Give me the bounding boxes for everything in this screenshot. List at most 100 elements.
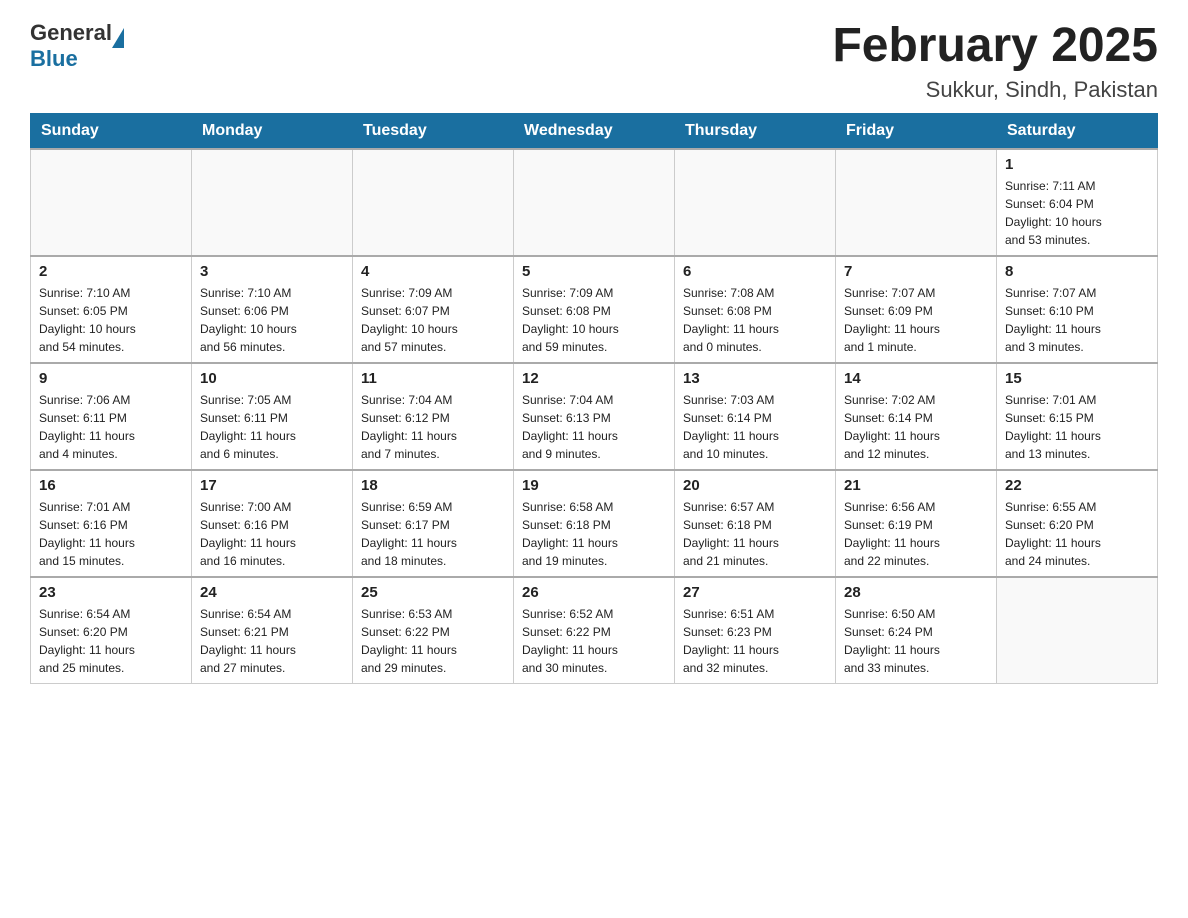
day-info: Sunrise: 7:09 AM Sunset: 6:07 PM Dayligh… [361,284,505,356]
day-info: Sunrise: 6:59 AM Sunset: 6:17 PM Dayligh… [361,498,505,570]
day-number: 16 [39,477,183,494]
day-number: 8 [1005,263,1149,280]
day-info: Sunrise: 7:08 AM Sunset: 6:08 PM Dayligh… [683,284,827,356]
logo: General Blue [30,20,124,72]
calendar-cell: 17 Sunrise: 7:00 AM Sunset: 6:16 PM Dayli… [192,470,353,577]
calendar-table: SundayMondayTuesdayWednesdayThursdayFrid… [30,113,1158,684]
day-number: 2 [39,263,183,280]
day-info: Sunrise: 7:07 AM Sunset: 6:10 PM Dayligh… [1005,284,1149,356]
calendar-header-row: SundayMondayTuesdayWednesdayThursdayFrid… [31,113,1158,149]
calendar-cell: 18 Sunrise: 6:59 AM Sunset: 6:17 PM Dayli… [353,470,514,577]
calendar-cell: 4Sunrise: 7:09 AM Sunset: 6:07 PM Daylig… [353,256,514,363]
calendar-cell: 24 Sunrise: 6:54 AM Sunset: 6:21 PM Dayli… [192,577,353,684]
day-number: 13 [683,370,827,387]
calendar-cell: 13 Sunrise: 7:03 AM Sunset: 6:14 PM Dayli… [675,363,836,470]
calendar-cell: 25 Sunrise: 6:53 AM Sunset: 6:22 PM Dayli… [353,577,514,684]
day-info: Sunrise: 7:04 AM Sunset: 6:13 PM Dayligh… [522,391,666,463]
column-header-sunday: Sunday [31,113,192,149]
day-number: 14 [844,370,988,387]
calendar-cell [514,149,675,256]
day-info: Sunrise: 6:52 AM Sunset: 6:22 PM Dayligh… [522,605,666,677]
day-number: 6 [683,263,827,280]
day-info: Sunrise: 6:53 AM Sunset: 6:22 PM Dayligh… [361,605,505,677]
day-info: Sunrise: 7:04 AM Sunset: 6:12 PM Dayligh… [361,391,505,463]
calendar-cell [31,149,192,256]
day-number: 21 [844,477,988,494]
column-header-monday: Monday [192,113,353,149]
calendar-week-row: 2Sunrise: 7:10 AM Sunset: 6:05 PM Daylig… [31,256,1158,363]
calendar-cell: 14Sunrise: 7:02 AM Sunset: 6:14 PM Dayli… [836,363,997,470]
calendar-cell: 3 Sunrise: 7:10 AM Sunset: 6:06 PM Daylig… [192,256,353,363]
calendar-cell: 2Sunrise: 7:10 AM Sunset: 6:05 PM Daylig… [31,256,192,363]
calendar-week-row: 9 Sunrise: 7:06 AM Sunset: 6:11 PM Daylig… [31,363,1158,470]
day-number: 28 [844,584,988,601]
column-header-tuesday: Tuesday [353,113,514,149]
calendar-cell: 15 Sunrise: 7:01 AM Sunset: 6:15 PM Dayli… [997,363,1158,470]
calendar-cell: 8 Sunrise: 7:07 AM Sunset: 6:10 PM Daylig… [997,256,1158,363]
day-number: 12 [522,370,666,387]
column-header-thursday: Thursday [675,113,836,149]
calendar-cell: 21Sunrise: 6:56 AM Sunset: 6:19 PM Dayli… [836,470,997,577]
day-info: Sunrise: 7:09 AM Sunset: 6:08 PM Dayligh… [522,284,666,356]
day-info: Sunrise: 6:57 AM Sunset: 6:18 PM Dayligh… [683,498,827,570]
day-number: 18 [361,477,505,494]
day-number: 1 [1005,156,1149,173]
calendar-week-row: 23 Sunrise: 6:54 AM Sunset: 6:20 PM Dayli… [31,577,1158,684]
day-number: 15 [1005,370,1149,387]
calendar-cell: 27 Sunrise: 6:51 AM Sunset: 6:23 PM Dayli… [675,577,836,684]
column-header-friday: Friday [836,113,997,149]
day-number: 17 [200,477,344,494]
column-header-saturday: Saturday [997,113,1158,149]
column-header-wednesday: Wednesday [514,113,675,149]
day-info: Sunrise: 6:54 AM Sunset: 6:20 PM Dayligh… [39,605,183,677]
calendar-cell: 10 Sunrise: 7:05 AM Sunset: 6:11 PM Dayli… [192,363,353,470]
day-info: Sunrise: 7:10 AM Sunset: 6:06 PM Dayligh… [200,284,344,356]
day-number: 26 [522,584,666,601]
day-info: Sunrise: 7:11 AM Sunset: 6:04 PM Dayligh… [1005,177,1149,249]
day-info: Sunrise: 6:51 AM Sunset: 6:23 PM Dayligh… [683,605,827,677]
title-block: February 2025 Sukkur, Sindh, Pakistan [832,20,1158,103]
day-number: 11 [361,370,505,387]
calendar-subtitle: Sukkur, Sindh, Pakistan [832,77,1158,103]
day-info: Sunrise: 6:55 AM Sunset: 6:20 PM Dayligh… [1005,498,1149,570]
day-info: Sunrise: 6:54 AM Sunset: 6:21 PM Dayligh… [200,605,344,677]
calendar-cell: 28Sunrise: 6:50 AM Sunset: 6:24 PM Dayli… [836,577,997,684]
day-number: 3 [200,263,344,280]
day-number: 5 [522,263,666,280]
day-number: 7 [844,263,988,280]
day-number: 23 [39,584,183,601]
day-number: 20 [683,477,827,494]
calendar-cell [675,149,836,256]
day-number: 9 [39,370,183,387]
day-info: Sunrise: 6:58 AM Sunset: 6:18 PM Dayligh… [522,498,666,570]
calendar-cell: 22 Sunrise: 6:55 AM Sunset: 6:20 PM Dayli… [997,470,1158,577]
day-number: 19 [522,477,666,494]
calendar-cell [192,149,353,256]
page-header: General Blue February 2025 Sukkur, Sindh… [30,20,1158,103]
day-number: 25 [361,584,505,601]
day-info: Sunrise: 7:06 AM Sunset: 6:11 PM Dayligh… [39,391,183,463]
logo-triangle-icon [112,28,124,48]
calendar-cell [836,149,997,256]
calendar-title: February 2025 [832,20,1158,73]
calendar-cell: 23 Sunrise: 6:54 AM Sunset: 6:20 PM Dayli… [31,577,192,684]
calendar-cell: 6 Sunrise: 7:08 AM Sunset: 6:08 PM Daylig… [675,256,836,363]
calendar-cell [353,149,514,256]
day-info: Sunrise: 7:05 AM Sunset: 6:11 PM Dayligh… [200,391,344,463]
calendar-cell: 9 Sunrise: 7:06 AM Sunset: 6:11 PM Daylig… [31,363,192,470]
day-number: 10 [200,370,344,387]
calendar-cell: 11 Sunrise: 7:04 AM Sunset: 6:12 PM Dayli… [353,363,514,470]
calendar-cell: 16Sunrise: 7:01 AM Sunset: 6:16 PM Dayli… [31,470,192,577]
logo-blue-text: Blue [30,46,78,72]
calendar-cell [997,577,1158,684]
day-info: Sunrise: 7:00 AM Sunset: 6:16 PM Dayligh… [200,498,344,570]
day-number: 27 [683,584,827,601]
day-number: 22 [1005,477,1149,494]
calendar-cell: 12 Sunrise: 7:04 AM Sunset: 6:13 PM Dayli… [514,363,675,470]
day-info: Sunrise: 7:01 AM Sunset: 6:15 PM Dayligh… [1005,391,1149,463]
calendar-cell: 7Sunrise: 7:07 AM Sunset: 6:09 PM Daylig… [836,256,997,363]
day-info: Sunrise: 7:03 AM Sunset: 6:14 PM Dayligh… [683,391,827,463]
calendar-cell: 26 Sunrise: 6:52 AM Sunset: 6:22 PM Dayli… [514,577,675,684]
calendar-week-row: 1 Sunrise: 7:11 AM Sunset: 6:04 PM Daylig… [31,149,1158,256]
day-number: 24 [200,584,344,601]
